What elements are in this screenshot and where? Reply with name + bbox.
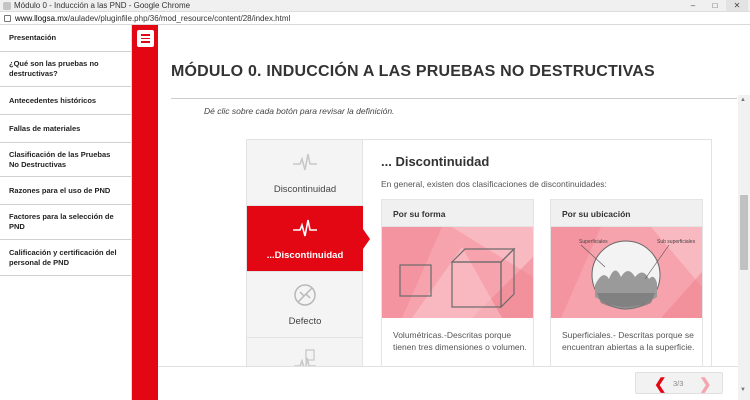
scroll-up-icon[interactable]: ▲ — [740, 97, 746, 103]
favicon-icon — [3, 2, 11, 10]
pulse-icon — [293, 219, 317, 237]
url-host: www.llogsa.mx — [15, 14, 68, 23]
active-tab-pointer — [363, 229, 370, 249]
sidebar-menu: Presentación ¿Qué son las pruebas no des… — [0, 25, 132, 400]
scroll-down-icon[interactable]: ▼ — [740, 387, 746, 393]
title-divider — [171, 98, 737, 99]
definition-title: ... Discontinuidad — [381, 154, 490, 169]
close-button[interactable]: ✕ — [726, 0, 748, 11]
pulse-icon — [293, 153, 317, 171]
sidebar-item-label: Razones para el uso de PND — [9, 185, 111, 195]
tab-label: Discontinuidad — [273, 184, 337, 195]
sidebar-item-presentacion[interactable]: Presentación — [0, 25, 131, 52]
sidebar-item-antecedentes[interactable]: Antecedentes históricos — [0, 87, 131, 115]
definition-widget: Discontinuidad ...Discontinuidad Defecto — [246, 139, 712, 367]
tab-discontinuidad[interactable]: Discontinuidad — [247, 140, 363, 206]
card-por-su-forma: Por su forma Volumétricas.-Descritas por… — [381, 199, 534, 366]
tab-label: Defecto — [288, 316, 322, 327]
card-heading: Por su ubicación — [551, 200, 702, 227]
sidebar-item-clasificacion[interactable]: Clasificación de las Pruebas No Destruct… — [0, 143, 131, 177]
instruction-text: Dé clic sobre cada botón para revisar la… — [204, 106, 395, 116]
window-controls: – □ ✕ — [682, 0, 748, 11]
scrollbar-thumb[interactable] — [740, 195, 748, 270]
sidebar-item-razones[interactable]: Razones para el uso de PND — [0, 177, 131, 205]
lock-icon — [4, 15, 11, 22]
window-titlebar: Módulo 0 - Inducción a las PND - Google … — [0, 0, 750, 12]
page-navigation: ❮ 3/3 ❯ — [635, 372, 723, 394]
hamburger-menu-button[interactable] — [137, 30, 154, 47]
definition-tabs: Discontinuidad ...Discontinuidad Defecto — [247, 140, 363, 366]
sidebar-item-label: Calificación y certificación del persona… — [9, 247, 117, 267]
hamburger-line — [141, 37, 150, 40]
image-label-superficiales: Superficiales — [579, 239, 608, 245]
window-title: Módulo 0 - Inducción a las PND - Google … — [14, 1, 191, 10]
definition-description: En general, existen dos clasificaciones … — [381, 179, 607, 189]
tab-fourth[interactable] — [247, 338, 363, 366]
page-title: MÓDULO 0. INDUCCIÓN A LAS PRUEBAS NO DES… — [171, 63, 655, 80]
location-section-image: Superficiales Sub superficiales — [551, 227, 702, 318]
sidebar-item-label: Presentación — [9, 33, 57, 42]
card-por-su-ubicacion: Por su ubicación Superficiales Sub super… — [550, 199, 703, 366]
volumetric-shapes-image — [382, 227, 533, 318]
definition-panel: ... Discontinuidad En general, existen d… — [381, 140, 711, 366]
page-counter: 3/3 — [673, 379, 684, 388]
sidebar-item-label: Fallas de materiales — [9, 123, 81, 133]
document-pulse-icon — [294, 349, 316, 366]
tab-discontinuidad-active[interactable]: ...Discontinuidad — [247, 206, 363, 272]
card-text: Superficiales.- Descritas porque se encu… — [562, 330, 695, 352]
url-path: /auladev/pluginfile.php/36/mod_resource/… — [67, 14, 291, 23]
url-text[interactable]: www.llogsa.mx/auladev/pluginfile.php/36/… — [15, 14, 290, 23]
next-page-button[interactable]: ❯ — [699, 375, 712, 393]
sidebar-item-fallas[interactable]: Fallas de materiales — [0, 115, 131, 143]
minimize-button[interactable]: – — [682, 0, 704, 11]
maximize-button[interactable]: □ — [704, 0, 726, 11]
hamburger-line — [141, 41, 150, 43]
accent-band — [132, 25, 158, 400]
sidebar-item-factores[interactable]: Factores para la selección de PND — [0, 205, 131, 240]
tab-label: ...Discontinuidad — [266, 250, 344, 261]
sidebar-item-label: ¿Qué son las pruebas no destructivas? — [9, 59, 99, 78]
card-heading: Por su forma — [382, 200, 533, 227]
sidebar-item-label: Factores para la selección de PND — [9, 212, 114, 231]
hamburger-line — [141, 34, 150, 36]
prev-page-button[interactable]: ❮ — [654, 375, 667, 393]
broken-wrench-icon — [294, 284, 316, 306]
main-content: MÓDULO 0. INDUCCIÓN A LAS PRUEBAS NO DES… — [158, 25, 750, 400]
image-label-sub-superficiales: Sub superficiales — [657, 239, 696, 245]
card-text: Volumétricas.-Descritas porque tienen tr… — [393, 330, 527, 352]
address-bar[interactable]: www.llogsa.mx/auladev/pluginfile.php/36/… — [0, 12, 750, 25]
sidebar-item-label: Antecedentes históricos — [9, 95, 97, 105]
tab-defecto[interactable]: Defecto — [247, 272, 363, 338]
sidebar-item-que-son-pnd[interactable]: ¿Qué son las pruebas no destructivas? — [0, 52, 131, 87]
sidebar-item-label: Clasificación de las Pruebas No Destruct… — [9, 149, 111, 169]
sidebar-item-calificacion[interactable]: Calificación y certificación del persona… — [0, 240, 131, 276]
